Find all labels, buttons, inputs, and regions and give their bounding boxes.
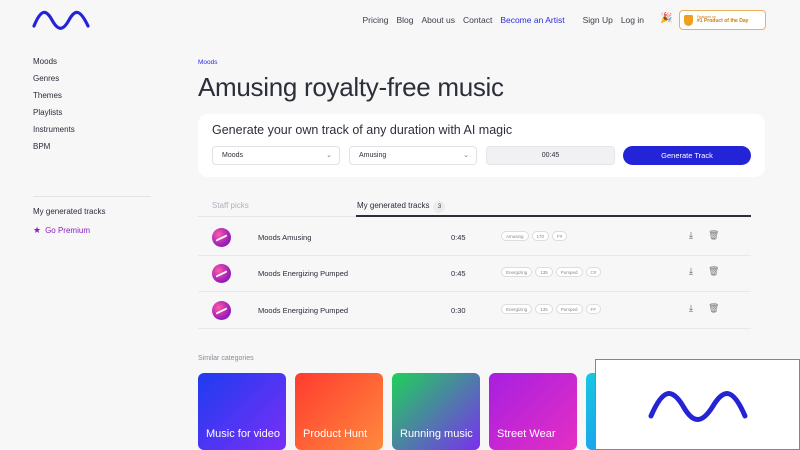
app-logo[interactable] bbox=[32, 10, 90, 30]
track-tag[interactable]: F# bbox=[552, 231, 568, 241]
trash-icon[interactable]: 🗑 bbox=[708, 303, 719, 314]
download-icon[interactable]: ⤓ bbox=[689, 230, 693, 241]
mood-select[interactable]: Amusing ⌄ bbox=[349, 146, 477, 165]
category-card-street-wear[interactable]: Street Wear bbox=[489, 373, 577, 450]
track-tag[interactable]: 135 bbox=[535, 304, 553, 314]
sidebar-item-bpm[interactable]: BPM bbox=[33, 142, 153, 159]
category-card-music-for-video[interactable]: Music for video bbox=[198, 373, 286, 450]
chevron-down-icon: ⌄ bbox=[463, 152, 469, 159]
sidebar-item-moods[interactable]: Moods bbox=[33, 57, 153, 74]
nav-become-artist[interactable]: Become an Artist bbox=[500, 15, 564, 25]
category-card-label: Street Wear bbox=[497, 428, 556, 440]
sidebar: Moods Genres Themes Playlists Instrument… bbox=[33, 57, 153, 159]
page-title: Amusing royalty-free music bbox=[198, 72, 504, 102]
trash-icon[interactable]: 🗑 bbox=[708, 266, 719, 277]
track-count-badge: 3 bbox=[433, 201, 446, 213]
go-premium-link[interactable]: ★ Go Premium bbox=[33, 225, 90, 236]
top-nav: Pricing Blog About us Contact Become an … bbox=[362, 15, 644, 25]
tab-staff-picks[interactable]: Staff picks bbox=[212, 201, 249, 210]
wave-logo-icon bbox=[648, 391, 748, 422]
party-icon: 🎉 bbox=[660, 13, 673, 24]
sidebar-item-genres[interactable]: Genres bbox=[33, 74, 153, 91]
tab-my-generated-tracks[interactable]: My generated tracks 3 bbox=[357, 201, 446, 213]
go-premium-label: Go Premium bbox=[45, 226, 90, 235]
sidebar-divider bbox=[33, 196, 151, 197]
track-duration: 0:30 bbox=[451, 306, 466, 315]
track-duration: 0:45 bbox=[451, 269, 466, 278]
mood-select-value: Amusing bbox=[359, 152, 387, 159]
track-thumbnail[interactable] bbox=[212, 301, 231, 320]
chevron-down-icon: ⌄ bbox=[326, 152, 332, 159]
nav-login[interactable]: Log in bbox=[621, 15, 644, 25]
track-thumbnail[interactable] bbox=[212, 228, 231, 247]
nav-blog[interactable]: Blog bbox=[396, 15, 413, 25]
product-hunt-badge[interactable]: Featured on #1 Product of the Day bbox=[679, 10, 766, 30]
category-card-label: Music for video bbox=[206, 428, 280, 440]
duration-input[interactable]: 00:45 bbox=[486, 146, 615, 165]
track-name[interactable]: Moods Energizing Pumped bbox=[258, 269, 348, 278]
download-icon[interactable]: ⤓ bbox=[689, 266, 693, 277]
tab-my-generated-label: My generated tracks bbox=[357, 201, 430, 210]
category-card-label: Running music bbox=[400, 428, 473, 440]
table-row[interactable]: Moods Energizing Pumped 0:30 Energizing … bbox=[198, 292, 751, 329]
category-card-running-music[interactable]: Running music bbox=[392, 373, 480, 450]
track-tag[interactable]: 170 bbox=[531, 231, 550, 241]
track-tag[interactable]: Pumped bbox=[555, 304, 583, 314]
nav-about[interactable]: About us bbox=[421, 15, 455, 25]
category-select-value: Moods bbox=[222, 152, 244, 159]
track-duration: 0:45 bbox=[451, 233, 466, 242]
logo-overlay bbox=[595, 359, 800, 450]
tab-active-indicator bbox=[356, 215, 751, 217]
nav-contact[interactable]: Contact bbox=[463, 15, 492, 25]
star-icon: ★ bbox=[33, 225, 42, 235]
medal-icon bbox=[684, 14, 693, 26]
table-row[interactable]: Moods Amusing 0:45 Amusing 170 F# ⤓ 🗑 bbox=[198, 219, 751, 256]
similar-categories-heading: Similar categories bbox=[198, 355, 254, 362]
generate-track-button[interactable]: Generate Track bbox=[623, 146, 751, 165]
track-tag[interactable]: Pumped bbox=[555, 267, 583, 277]
track-tag[interactable]: F# bbox=[585, 304, 601, 314]
badge-main-text: #1 Product of the Day bbox=[697, 18, 749, 25]
category-card-label: Product Hunt bbox=[303, 428, 368, 440]
download-icon[interactable]: ⤓ bbox=[689, 303, 693, 314]
nav-pricing[interactable]: Pricing bbox=[362, 15, 388, 25]
track-name[interactable]: Moods Amusing bbox=[258, 233, 311, 242]
sidebar-item-instruments[interactable]: Instruments bbox=[33, 125, 153, 142]
track-tag[interactable]: Energizing bbox=[501, 267, 533, 277]
sidebar-my-generated-tracks[interactable]: My generated tracks bbox=[33, 207, 105, 216]
breadcrumb[interactable]: Moods bbox=[198, 59, 218, 66]
track-tag[interactable]: Amusing bbox=[501, 231, 529, 241]
track-tag[interactable]: Energizing bbox=[501, 304, 533, 314]
track-tag[interactable]: 135 bbox=[535, 267, 553, 277]
track-tag[interactable]: C# bbox=[585, 267, 602, 277]
category-card-product-hunt[interactable]: Product Hunt bbox=[295, 373, 383, 450]
sidebar-item-themes[interactable]: Themes bbox=[33, 91, 153, 108]
table-row[interactable]: Moods Energizing Pumped 0:45 Energizing … bbox=[198, 255, 751, 292]
track-thumbnail[interactable] bbox=[212, 264, 231, 283]
category-select[interactable]: Moods ⌄ bbox=[212, 146, 340, 165]
sidebar-item-playlists[interactable]: Playlists bbox=[33, 108, 153, 125]
track-name[interactable]: Moods Energizing Pumped bbox=[258, 306, 348, 315]
trash-icon[interactable]: 🗑 bbox=[708, 230, 719, 241]
generator-title: Generate your own track of any duration … bbox=[212, 123, 513, 137]
nav-signup[interactable]: Sign Up bbox=[583, 15, 613, 25]
